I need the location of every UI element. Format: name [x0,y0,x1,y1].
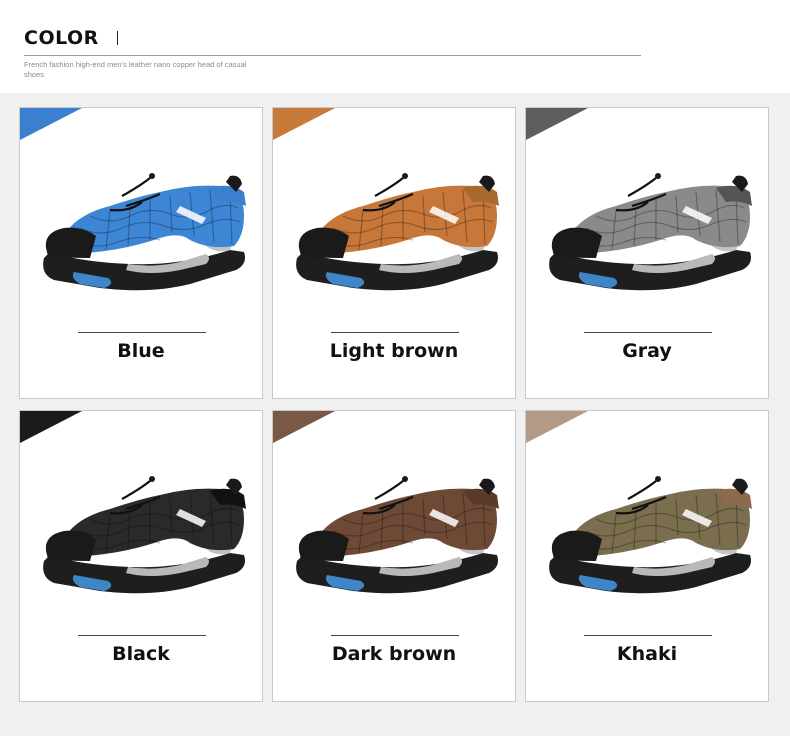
label-divider [78,332,206,333]
color-swatch-corner [526,411,588,443]
shoe-image [296,476,499,594]
color-card-khaki[interactable]: Khaki [525,410,769,702]
shoe-image [549,173,752,291]
section-header: COLOR French fashion high-end men's leat… [24,26,644,79]
shoe-image [43,476,246,594]
color-swatch-corner [20,108,82,140]
color-label: Blue [117,340,165,362]
color-card-black[interactable]: Black [19,410,263,702]
color-card-dark-brown[interactable]: Dark brown [272,410,516,702]
shoe-image [296,173,499,291]
color-label: Gray [622,340,672,362]
shoe-image [549,476,752,594]
color-label: Light brown [329,340,459,362]
color-swatch-corner [20,411,82,443]
color-swatch-corner [273,411,335,443]
header-rule [24,55,641,56]
section-title: COLOR [24,27,99,49]
color-swatch-corner [273,108,335,140]
label-divider [584,332,712,333]
color-card-blue[interactable]: Blue [19,107,263,399]
color-card-gray[interactable]: Gray [525,107,769,399]
color-label: Dark brown [331,643,457,665]
color-label: Khaki [616,643,678,665]
color-swatch-corner [526,108,588,140]
color-label: Black [112,643,170,665]
section-subtitle: French fashion high-end men's leather na… [24,60,247,79]
label-divider [331,332,459,333]
label-divider [78,635,206,636]
shoe-image [43,173,246,291]
label-divider [331,635,459,636]
color-card-light-brown[interactable]: Light brown [272,107,516,399]
title-divider [117,30,119,45]
label-divider [584,635,712,636]
